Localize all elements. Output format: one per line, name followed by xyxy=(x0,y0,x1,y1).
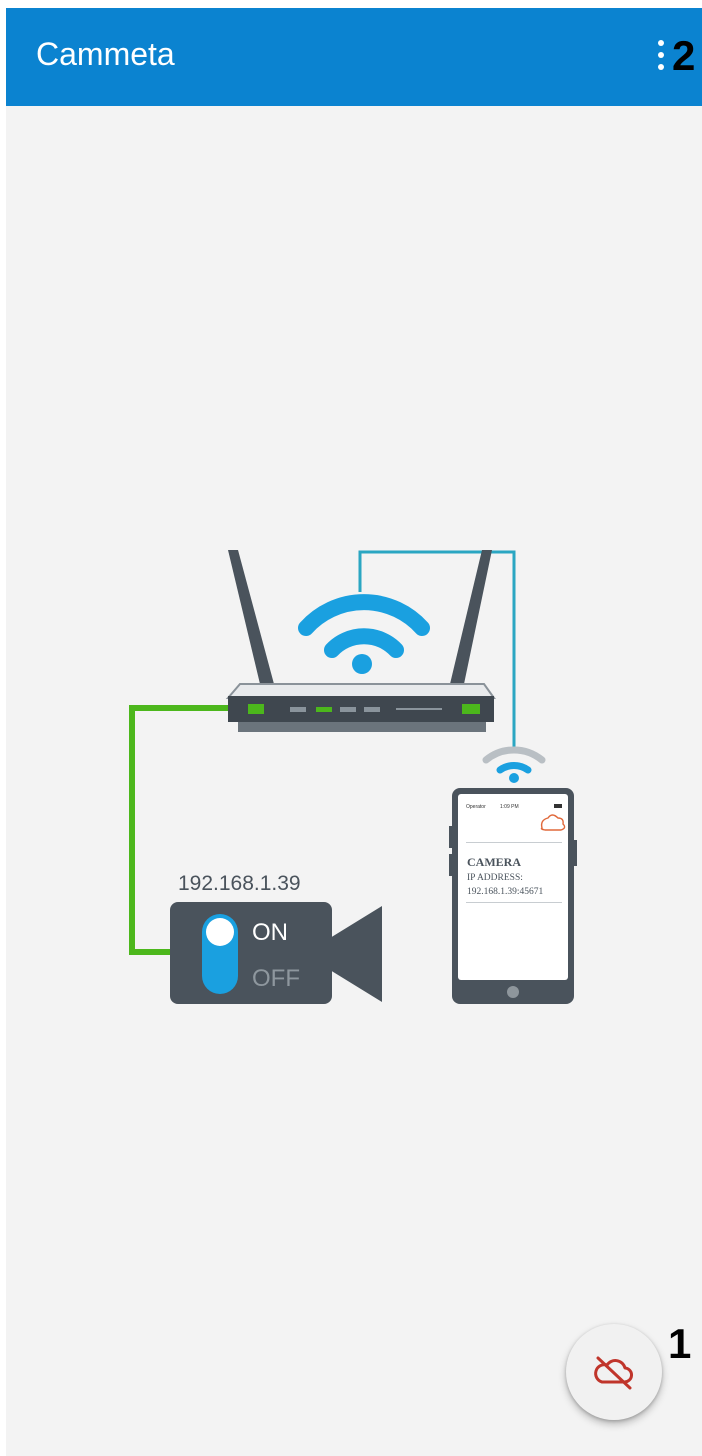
app-screen: Cammeta 2 Operator 1:09 PM CAMERA IP ADD… xyxy=(6,8,702,1456)
phone-status-carrier: Operator xyxy=(466,804,486,810)
connection-illustration: Operator 1:09 PM CAMERA IP ADDRESS: 192.… xyxy=(129,550,577,1004)
callout-number-1: 1 xyxy=(668,1320,692,1367)
phone-wifi-icon xyxy=(482,746,546,783)
wifi-icon xyxy=(298,594,430,674)
router-icon xyxy=(225,683,496,732)
switch-off-label: OFF xyxy=(252,965,300,992)
phone-illustration: Operator 1:09 PM CAMERA IP ADDRESS: 192.… xyxy=(449,788,577,1004)
phone-ip-value: 192.168.1.39:45671 xyxy=(467,887,544,897)
phone-ip-label: IP ADDRESS: xyxy=(467,873,523,883)
phone-heading: CAMERA xyxy=(467,855,521,869)
video-camera-icon: ON OFF xyxy=(170,902,382,1004)
switch-on-label: ON xyxy=(252,919,288,946)
cloud-off-icon xyxy=(594,1356,633,1390)
camera-ip-label: 192.168.1.39 xyxy=(178,872,301,895)
phone-status-time: 1:09 PM xyxy=(500,804,519,810)
cloud-off-button[interactable] xyxy=(566,1324,662,1420)
